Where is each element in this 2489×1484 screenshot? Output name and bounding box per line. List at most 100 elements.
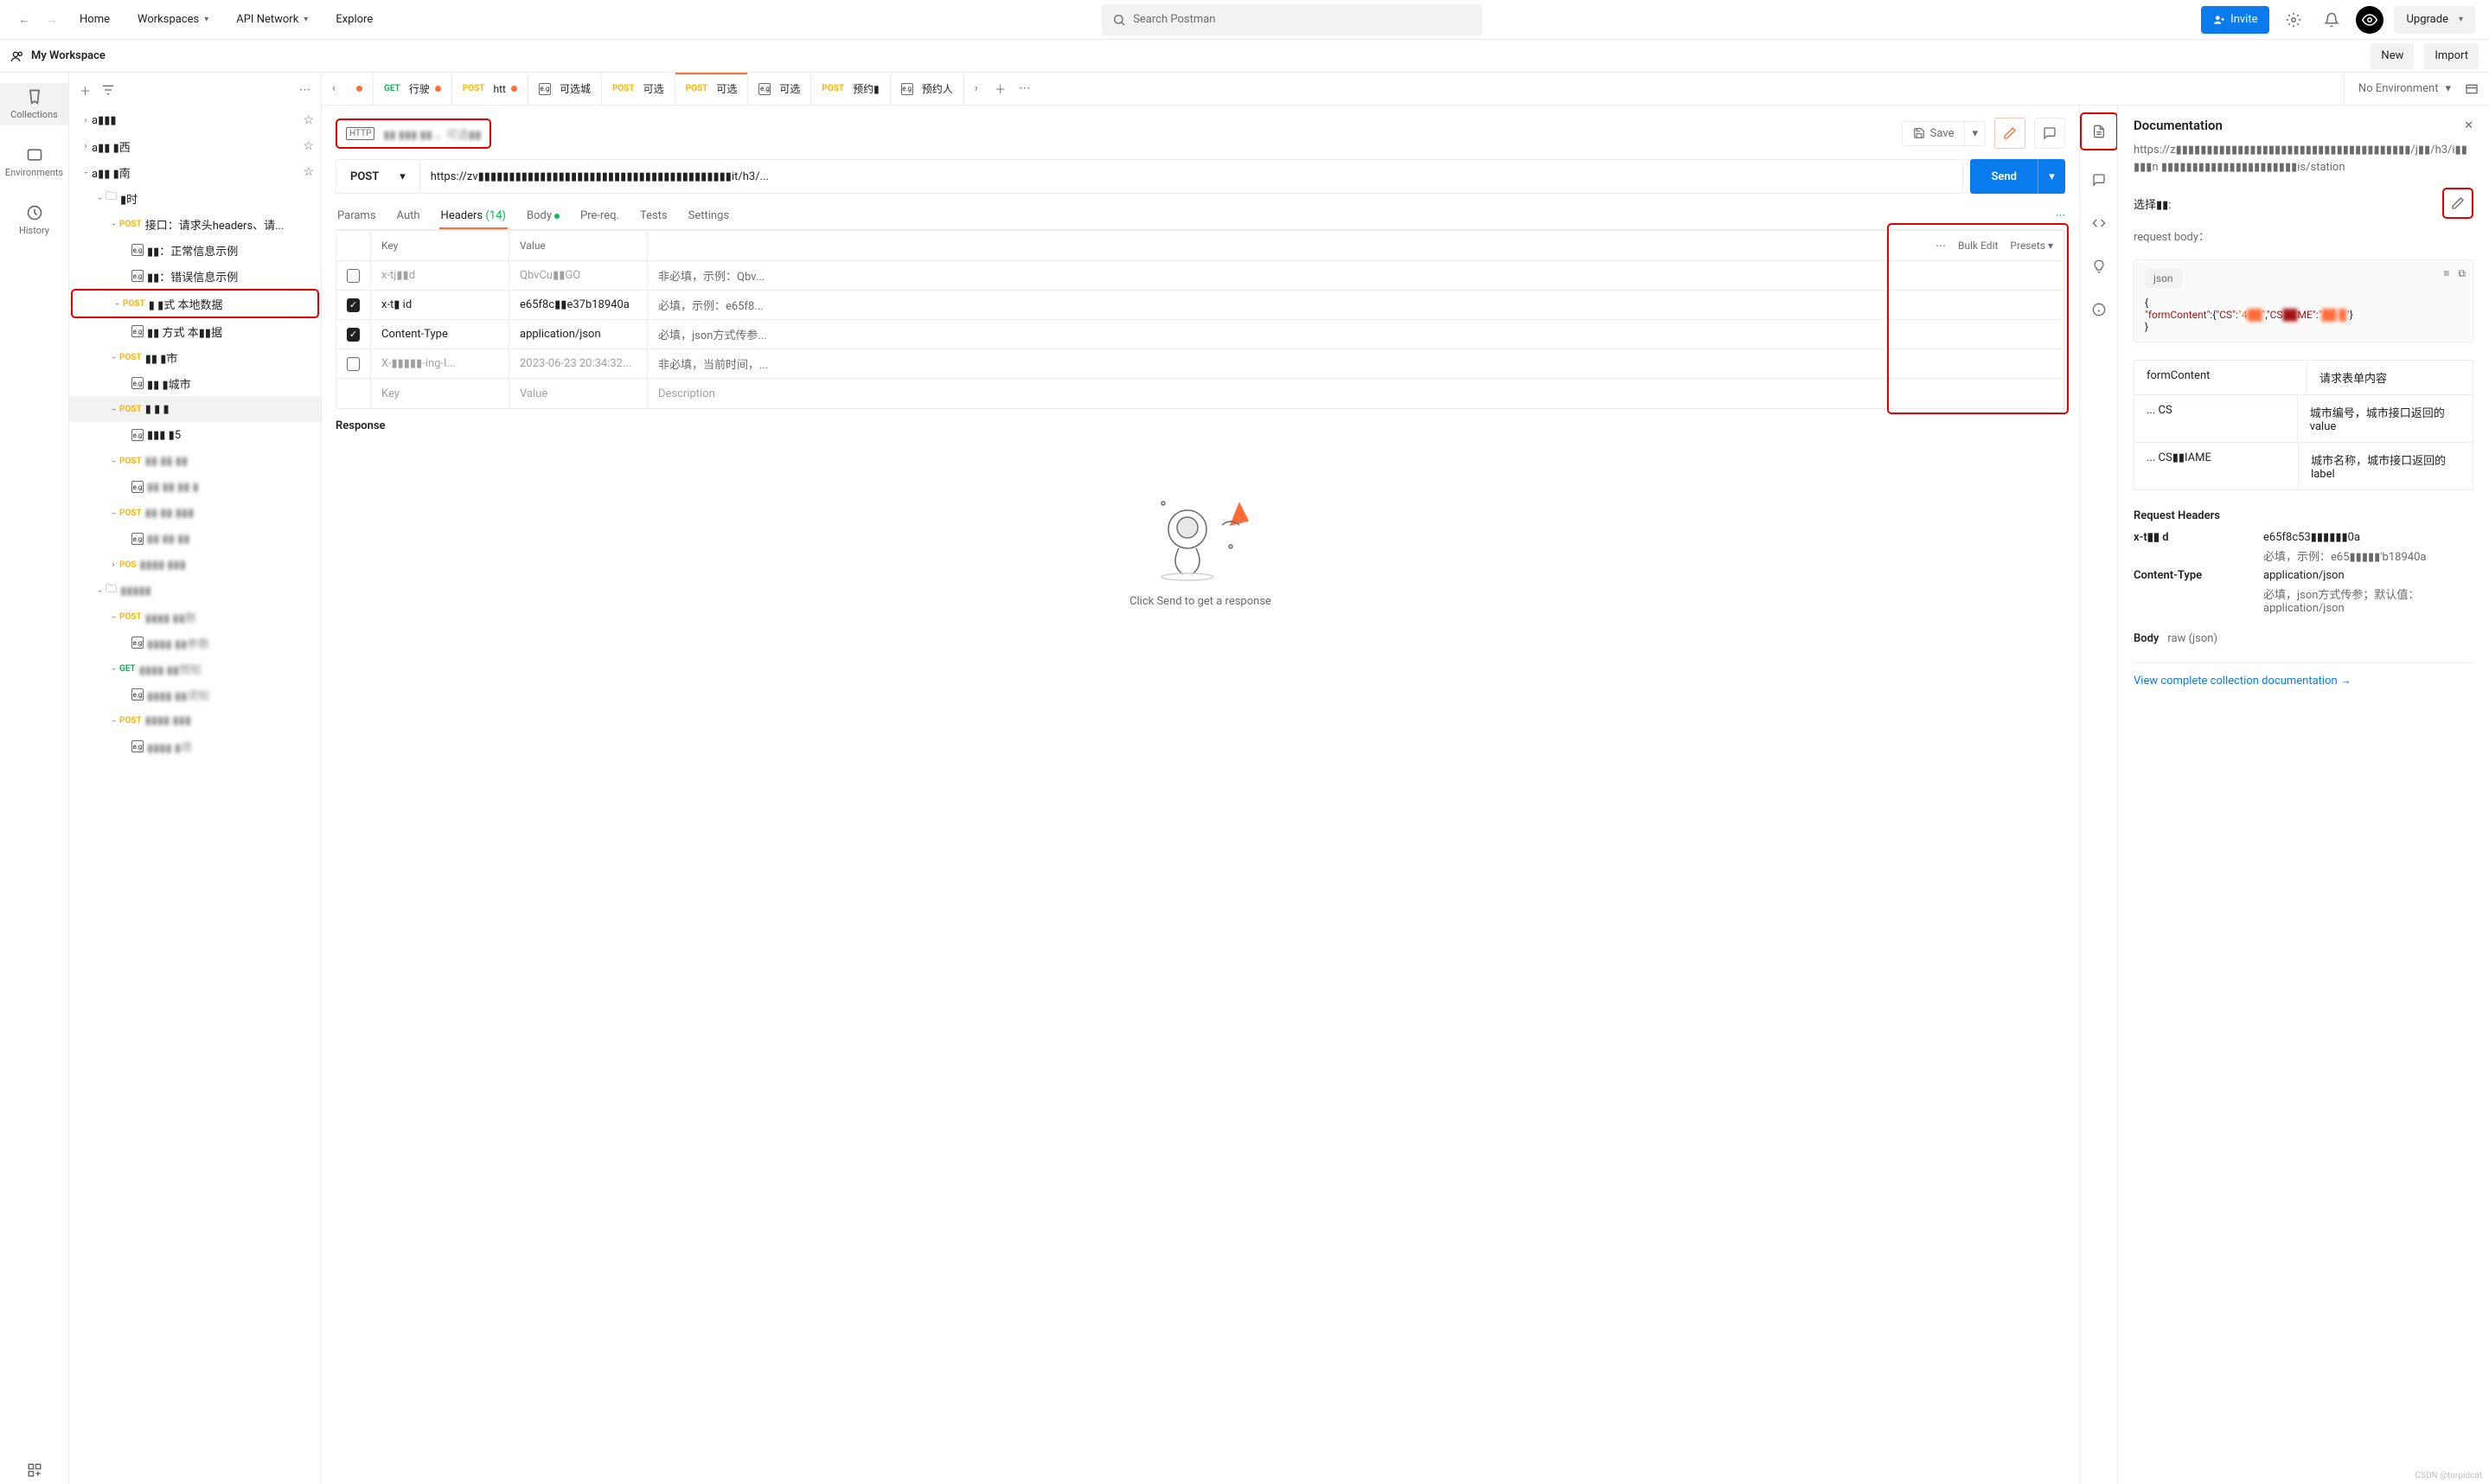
header-key[interactable]: x-tj▮▮d bbox=[371, 261, 509, 290]
tree-collection[interactable]: ›a▮▮▮☆ bbox=[69, 107, 321, 133]
tab-item[interactable]: POSThtt bbox=[452, 73, 528, 106]
header-key[interactable]: x-t▮ id bbox=[371, 291, 509, 319]
value-placeholder[interactable]: Value bbox=[509, 379, 648, 408]
tree-request[interactable]: ›POS▮▮▮▮ ▮▮▮ bbox=[69, 552, 321, 578]
doc-view-button[interactable] bbox=[2083, 116, 2115, 147]
tab-tests[interactable]: Tests bbox=[638, 202, 669, 229]
tree-collection[interactable]: ›a▮▮ ▮南☆ bbox=[69, 159, 321, 185]
tab-item[interactable]: POST可选 bbox=[675, 73, 749, 106]
more-icon[interactable]: ⋯ bbox=[1936, 240, 1946, 252]
rail-history[interactable]: History bbox=[0, 199, 68, 241]
tree-example[interactable]: e.g▮▮▮▮ ▮▮须知 bbox=[69, 681, 321, 707]
save-button[interactable]: Save bbox=[1902, 121, 1966, 146]
tab-item[interactable]: e.g可选城 bbox=[528, 73, 602, 106]
star-icon[interactable]: ☆ bbox=[303, 165, 314, 179]
tree-request[interactable]: ›POST▮▮▮▮ ▮▮数 bbox=[69, 604, 321, 630]
tab-prereq[interactable]: Pre-req. bbox=[579, 202, 621, 229]
tree-example[interactable]: e.g▮▮ ▮城市 bbox=[69, 370, 321, 396]
send-dropdown[interactable]: ▾ bbox=[2038, 159, 2065, 194]
rail-add[interactable] bbox=[0, 1456, 68, 1484]
send-button[interactable]: Send bbox=[1970, 159, 2038, 194]
tree-request[interactable]: ›POST▮▮▮▮ ▮▮▮ bbox=[69, 707, 321, 733]
add-icon[interactable]: ＋ bbox=[80, 82, 91, 99]
wrap-icon[interactable]: ≡ bbox=[2443, 267, 2449, 280]
tree-request[interactable]: ›POST▮▮ ▮▮ ▮▮ bbox=[69, 448, 321, 474]
environment-select[interactable]: No Environment▾ bbox=[2344, 73, 2465, 106]
comment-button[interactable] bbox=[2034, 118, 2065, 149]
info-panel[interactable] bbox=[2085, 296, 2113, 323]
tab-item[interactable]: e.g预约人 bbox=[891, 73, 964, 106]
desc-placeholder[interactable]: Description bbox=[648, 379, 2064, 408]
header-value[interactable]: application/json bbox=[509, 320, 648, 349]
import-button[interactable]: Import bbox=[2424, 43, 2479, 69]
header-row-new[interactable]: Key Value Description bbox=[336, 379, 2064, 408]
header-desc[interactable]: 非必填，当前时间，... bbox=[648, 349, 2064, 378]
cookies-link[interactable]: ⋯ bbox=[2056, 202, 2065, 229]
star-icon[interactable]: ☆ bbox=[303, 113, 314, 127]
avatar[interactable] bbox=[2356, 6, 2383, 34]
upgrade-button[interactable]: Upgrade▾ bbox=[2394, 6, 2475, 34]
presets-dropdown[interactable]: Presets ▾ bbox=[2010, 240, 2053, 252]
tree-example[interactable]: e.g▮▮ 方式 本▮▮据 bbox=[69, 318, 321, 344]
tree-collection[interactable]: ›a▮▮ ▮西☆ bbox=[69, 133, 321, 159]
nav-forward[interactable]: → bbox=[42, 10, 62, 30]
save-dropdown[interactable]: ▾ bbox=[1965, 121, 1986, 146]
tab-item[interactable]: e.g可选 bbox=[748, 73, 811, 106]
tree-example[interactable]: e.g▮▮▮▮ ▮▮参数 bbox=[69, 630, 321, 656]
tree-request[interactable]: ›POST▮▮ ▮市 bbox=[69, 344, 321, 370]
tab-params[interactable]: Params bbox=[336, 202, 378, 229]
checkbox[interactable] bbox=[347, 357, 360, 371]
workspace-name[interactable]: My Workspace bbox=[10, 49, 106, 63]
tabs-new[interactable]: ＋ bbox=[989, 80, 1013, 97]
header-value[interactable]: QbvCu▮▮GO bbox=[509, 261, 648, 290]
copy-icon[interactable]: ⧉ bbox=[2458, 267, 2466, 280]
tab-item[interactable]: GET行驶 bbox=[374, 73, 452, 106]
header-key[interactable]: Content-Type bbox=[371, 320, 509, 349]
env-quicklook[interactable] bbox=[2465, 82, 2489, 96]
tab-auth[interactable]: Auth bbox=[395, 202, 422, 229]
tab-item[interactable] bbox=[346, 73, 374, 106]
view-collection-doc-link[interactable]: View complete collection documentation → bbox=[2134, 663, 2473, 705]
tab-item[interactable]: POST预约▮ bbox=[811, 73, 890, 106]
bulb-panel[interactable] bbox=[2085, 253, 2113, 280]
tree-example[interactable]: e.g▮▮：正常信息示例 bbox=[69, 237, 321, 263]
code-panel[interactable] bbox=[2085, 209, 2113, 237]
filter-icon[interactable] bbox=[101, 83, 115, 97]
nav-home[interactable]: Home bbox=[69, 0, 120, 40]
tree-request[interactable]: ›POST接口：请求头headers、请... bbox=[69, 211, 321, 237]
tabs-more[interactable]: ⋯ bbox=[1013, 82, 1037, 95]
close-icon[interactable]: ✕ bbox=[2464, 119, 2473, 132]
header-desc[interactable]: 必填，json方式传参... bbox=[648, 320, 2064, 349]
tree-request[interactable]: ›POST▮ ▮ ▮ bbox=[69, 396, 321, 422]
rail-environments[interactable]: Environments bbox=[0, 141, 68, 183]
header-row[interactable]: ✓ x-t▮ id e65f8c▮▮e37b18940a 必填，示例：e65f8… bbox=[336, 291, 2064, 320]
tree-folder[interactable]: ›🗀▮时 bbox=[69, 185, 321, 211]
checkbox[interactable]: ✓ bbox=[347, 328, 360, 342]
key-placeholder[interactable]: Key bbox=[371, 379, 509, 408]
header-row[interactable]: x-tj▮▮d QbvCu▮▮GO 非必填，示例：Qbv... bbox=[336, 261, 2064, 291]
tab-body[interactable]: Body bbox=[525, 202, 561, 229]
header-value[interactable]: e65f8c▮▮e37b18940a bbox=[509, 291, 648, 319]
url-input[interactable]: https://zv▮▮▮▮▮▮▮▮▮▮▮▮▮▮▮▮▮▮▮▮▮▮▮▮▮▮▮▮▮▮… bbox=[420, 159, 1964, 194]
invite-button[interactable]: Invite bbox=[2201, 6, 2269, 34]
checkbox[interactable]: ✓ bbox=[347, 298, 360, 312]
nav-explore[interactable]: Explore bbox=[325, 0, 383, 40]
star-icon[interactable]: ☆ bbox=[303, 139, 314, 153]
rail-collections[interactable]: Collections bbox=[0, 83, 68, 125]
tree-example[interactable]: e.g▮▮▮ ▮5 bbox=[69, 422, 321, 448]
edit-button[interactable] bbox=[1994, 118, 2025, 149]
tree-example[interactable]: e.g▮▮：错误信息示例 bbox=[69, 263, 321, 289]
nav-workspaces[interactable]: Workspaces▾ bbox=[127, 0, 219, 40]
header-desc[interactable]: 必填，示例：e65f8... bbox=[648, 291, 2064, 319]
header-key[interactable]: X-▮▮▮▮▮-ing-I... bbox=[371, 349, 509, 378]
tabs-prev[interactable]: ‹ bbox=[322, 82, 346, 95]
tree-request[interactable]: ›POST▮▮ ▮▮ ▮▮▮ bbox=[69, 500, 321, 526]
notifications-button[interactable] bbox=[2318, 6, 2345, 34]
new-button[interactable]: New bbox=[2371, 43, 2414, 69]
tree-example[interactable]: e.g▮▮ ▮▮ ▮▮ bbox=[69, 526, 321, 552]
checkbox[interactable] bbox=[347, 269, 360, 283]
header-row[interactable]: ✓ Content-Type application/json 必填，json方… bbox=[336, 320, 2064, 349]
settings-button[interactable] bbox=[2280, 6, 2307, 34]
tab-settings[interactable]: Settings bbox=[687, 202, 731, 229]
nav-back[interactable]: ← bbox=[14, 10, 35, 30]
